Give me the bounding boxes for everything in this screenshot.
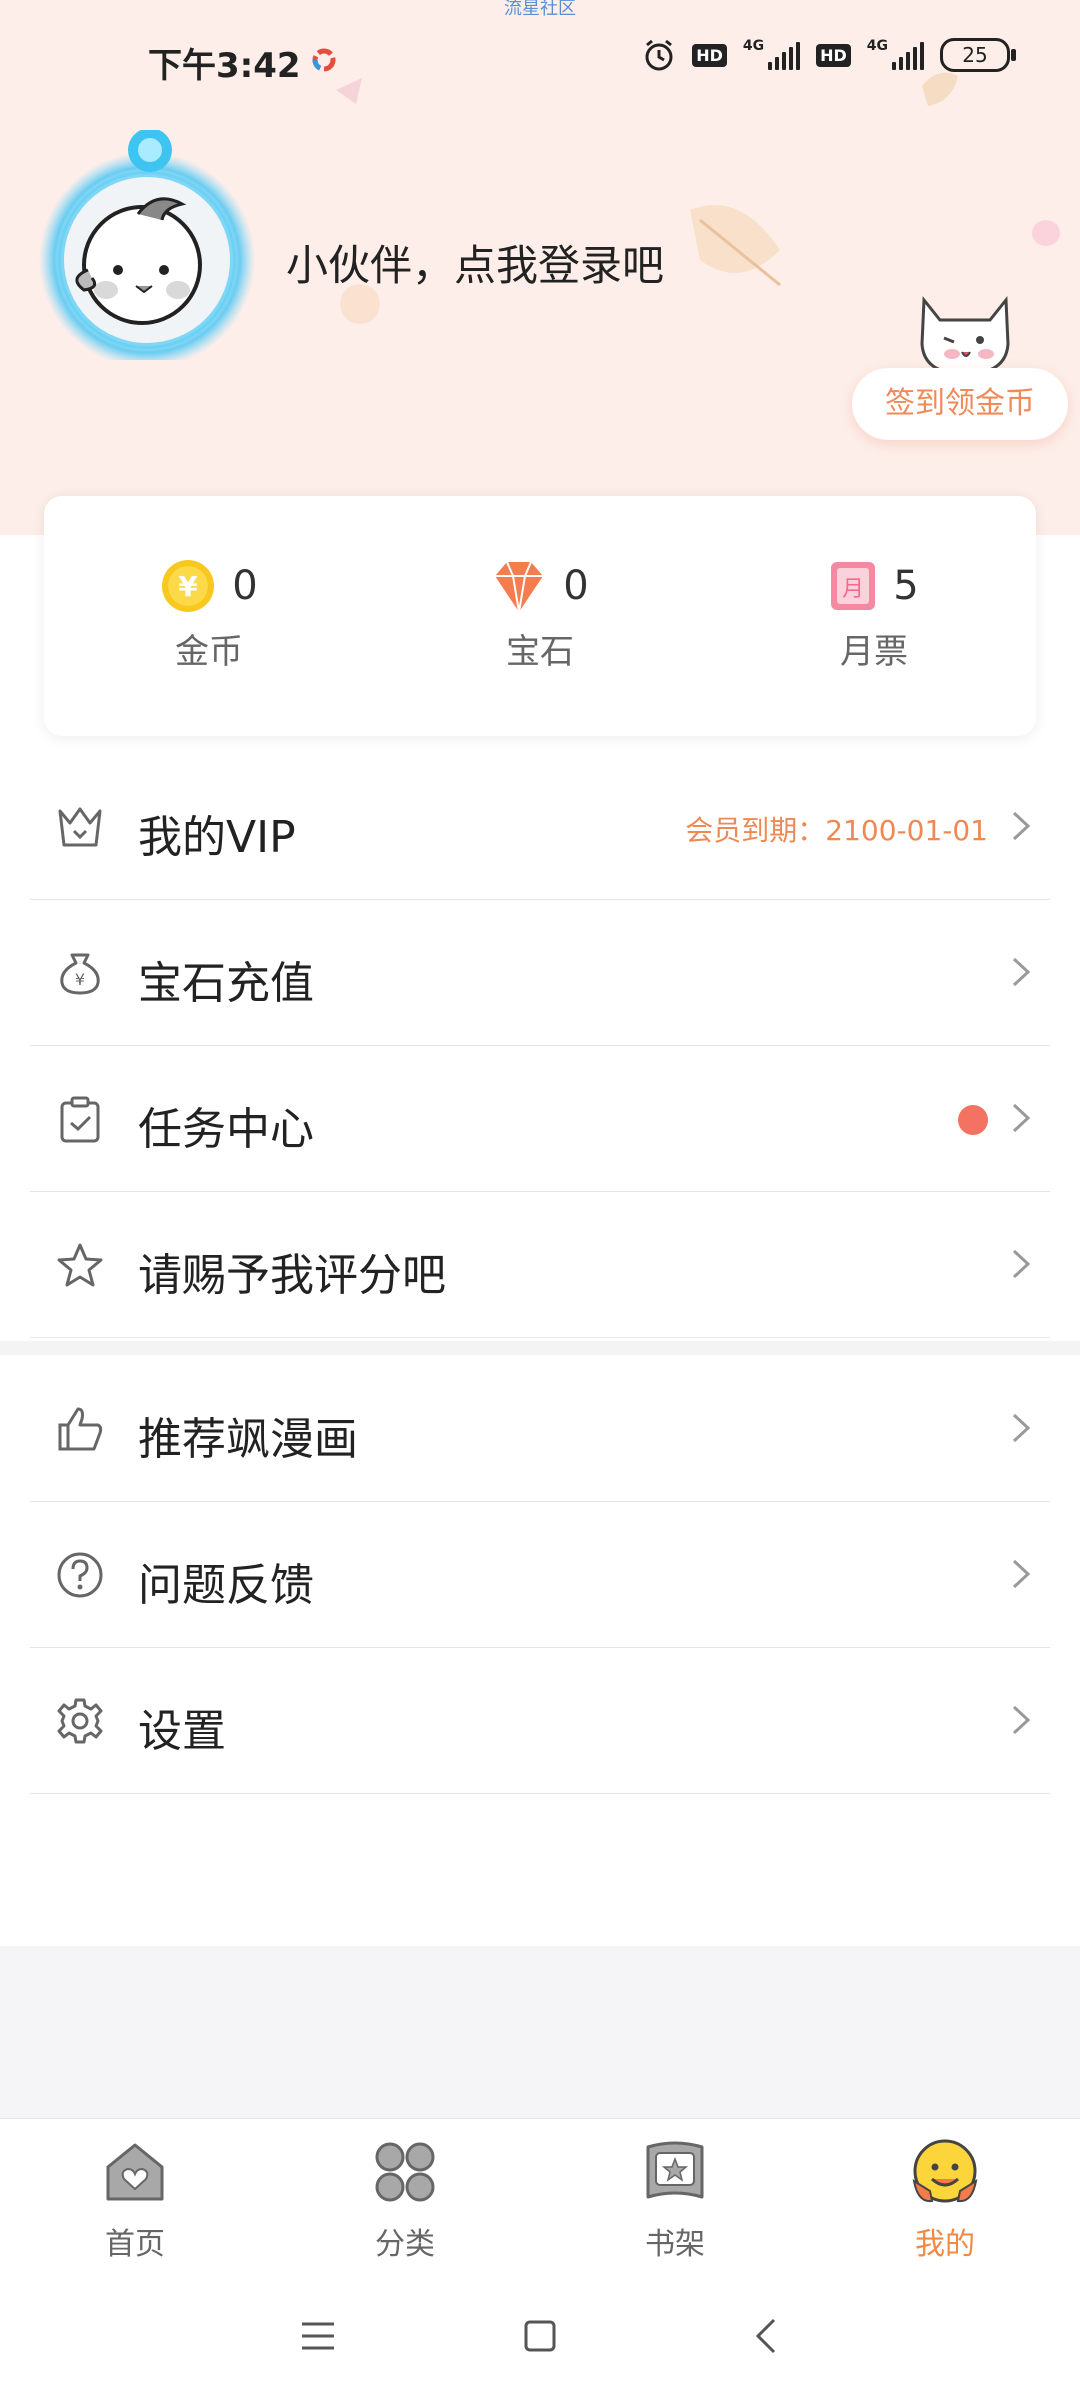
chevron-right-icon bbox=[1012, 957, 1031, 987]
home-icon bbox=[106, 2143, 164, 2201]
triangle-decoration-icon bbox=[336, 78, 362, 104]
menu-nav-icon[interactable] bbox=[294, 2312, 342, 2360]
clipboard-check-icon bbox=[60, 1096, 100, 1143]
menu-item-recommend[interactable]: 推荐飒漫画 bbox=[30, 1355, 1050, 1502]
star-icon bbox=[57, 1243, 103, 1287]
tab-profile[interactable]: 我的 bbox=[865, 2137, 1025, 2263]
gold-coin-label: 金币 bbox=[175, 632, 243, 672]
svg-text:月: 月 bbox=[842, 577, 864, 602]
menu-label: 任务中心 bbox=[138, 1104, 314, 1155]
svg-text:¥: ¥ bbox=[75, 970, 85, 989]
category-icon bbox=[375, 2142, 435, 2202]
system-nav-bar bbox=[0, 2268, 1080, 2400]
chevron-right-icon bbox=[1012, 1103, 1031, 1133]
tab-category[interactable]: 分类 bbox=[325, 2137, 485, 2263]
menu-item-feedback[interactable]: 问题反馈 bbox=[30, 1501, 1050, 1648]
gold-coin-count: 0 bbox=[232, 563, 258, 609]
vip-expire-date: 会员到期：2100-01-01 bbox=[685, 814, 988, 847]
menu-label: 设置 bbox=[138, 1706, 226, 1757]
menu-label: 推荐飒漫画 bbox=[138, 1414, 358, 1465]
watermark: 流星社区 bbox=[504, 0, 576, 19]
avatar[interactable] bbox=[32, 128, 262, 368]
money-bag-icon: ¥ bbox=[60, 953, 100, 995]
chevron-right-icon bbox=[1012, 1413, 1031, 1443]
gem-icon bbox=[495, 561, 544, 613]
menu-item-task-center[interactable]: 任务中心 bbox=[30, 1045, 1050, 1192]
help-circle-icon bbox=[57, 1552, 103, 1598]
chevron-right-icon bbox=[1012, 1249, 1031, 1279]
app-notification-icon bbox=[312, 48, 336, 72]
gem-label: 宝石 bbox=[506, 632, 574, 672]
gem-count: 0 bbox=[563, 563, 589, 609]
gear-icon bbox=[57, 1698, 103, 1744]
avatar-frame-icon bbox=[39, 128, 255, 368]
status-time: 下午3:42 bbox=[148, 46, 301, 86]
notification-dot bbox=[958, 1105, 988, 1135]
alarm-icon bbox=[645, 39, 673, 71]
tab-bookshelf[interactable]: 书架 bbox=[595, 2137, 755, 2263]
menu-label: 宝石充值 bbox=[138, 958, 314, 1009]
menu-item-rate[interactable]: 请赐予我评分吧 bbox=[30, 1191, 1050, 1338]
gem-stat[interactable]: 0 宝石 bbox=[430, 556, 650, 673]
monthly-ticket-stat[interactable]: 月 5 月票 bbox=[764, 556, 984, 673]
menu-item-settings[interactable]: 设置 bbox=[30, 1647, 1050, 1794]
chevron-right-icon bbox=[1012, 811, 1031, 841]
back-nav-icon[interactable] bbox=[744, 2312, 792, 2360]
menu-item-gem-recharge[interactable]: ¥ 宝石充值 bbox=[30, 899, 1050, 1046]
chevron-right-icon bbox=[1012, 1559, 1031, 1589]
monthly-ticket-icon: 月 bbox=[831, 562, 876, 610]
empty-area bbox=[0, 1946, 1080, 2118]
hd-badge: HD bbox=[692, 43, 727, 67]
gold-coin-stat[interactable]: ¥ 0 金币 bbox=[99, 556, 319, 673]
home-nav-icon[interactable] bbox=[516, 2312, 564, 2360]
checkin-button[interactable]: 签到领金币 bbox=[852, 368, 1068, 440]
bottom-tab-bar: 首页 分类 书架 我的 bbox=[0, 2118, 1080, 2269]
tab-label: 书架 bbox=[645, 2227, 705, 2262]
svg-text:¥: ¥ bbox=[179, 570, 199, 603]
tab-label: 分类 bbox=[375, 2227, 435, 2262]
tab-home[interactable]: 首页 bbox=[55, 2137, 215, 2263]
leaf-decoration-icon bbox=[690, 205, 781, 287]
tab-label: 首页 bbox=[105, 2227, 165, 2262]
profile-icon bbox=[912, 2139, 978, 2203]
dot-decoration bbox=[1032, 220, 1060, 246]
crown-icon bbox=[58, 807, 102, 847]
menu-label: 请赐予我评分吧 bbox=[138, 1250, 446, 1301]
section-divider bbox=[0, 1341, 1080, 1355]
menu-label: 我的VIP bbox=[138, 812, 296, 863]
signal-icon bbox=[768, 40, 801, 70]
menu-item-vip[interactable]: 我的VIP 会员到期：2100-01-01 bbox=[30, 753, 1050, 900]
leaf-decoration-icon bbox=[922, 72, 958, 106]
bookshelf-icon bbox=[646, 2141, 704, 2199]
login-prompt[interactable]: 小伙伴，点我登录吧 bbox=[286, 232, 664, 293]
hd-badge: HD bbox=[816, 43, 851, 67]
chevron-right-icon bbox=[1012, 1705, 1031, 1735]
monthly-ticket-label: 月票 bbox=[840, 632, 908, 672]
menu-label: 问题反馈 bbox=[138, 1560, 314, 1611]
monthly-ticket-count: 5 bbox=[893, 563, 919, 609]
network-type: 4G bbox=[866, 38, 888, 54]
gold-coin-icon: ¥ bbox=[162, 560, 215, 612]
wallet-card: ¥ 0 金币 0 宝石 月 5 月票 bbox=[44, 496, 1036, 736]
network-type: 4G bbox=[742, 38, 765, 54]
tab-label: 我的 bbox=[915, 2227, 975, 2262]
cat-mascot-icon bbox=[920, 295, 1010, 376]
thumbs-up-icon bbox=[58, 1407, 103, 1451]
